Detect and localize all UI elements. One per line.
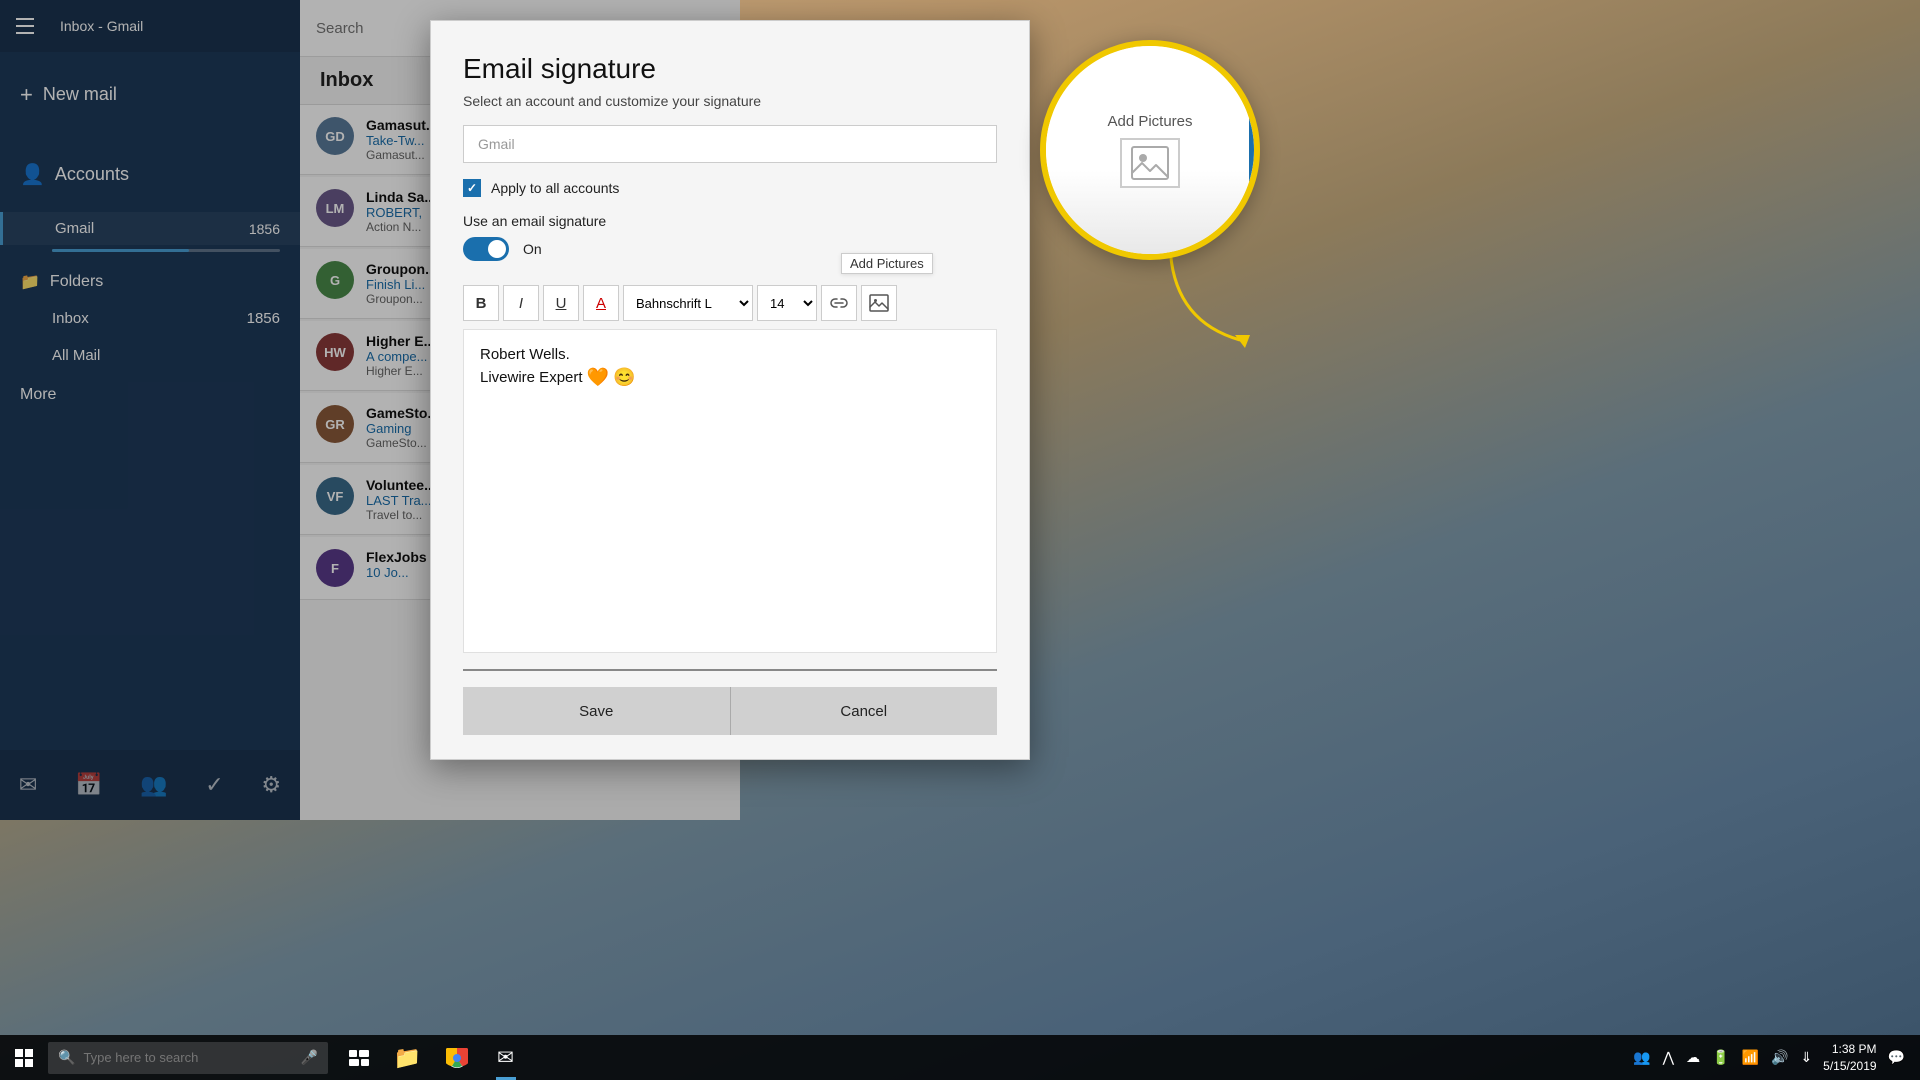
signature-toggle[interactable]	[463, 237, 509, 261]
font-select[interactable]: Bahnschrift L	[623, 285, 753, 321]
font-color-button[interactable]: A	[583, 285, 619, 321]
apply-all-checkbox[interactable]	[463, 179, 481, 197]
magnify-circle: Add Pictures	[1040, 40, 1260, 260]
taskbar-clock[interactable]: 1:38 PM 5/15/2019	[1823, 1041, 1876, 1075]
signature-editor[interactable]: Robert Wells. Livewire Expert 🧡 😊	[463, 329, 997, 653]
signature-line2-text: Livewire Expert	[480, 369, 583, 386]
bold-button[interactable]: B	[463, 285, 499, 321]
taskbar: 🔍 🎤 📁 ✉ 👥	[0, 1035, 1920, 1080]
windows-icon	[15, 1049, 33, 1067]
insert-link-button[interactable]	[821, 285, 857, 321]
signature-toolbar: B I U A Bahnschrift L 14 Add Pictures	[431, 277, 1029, 329]
magnify-inner: Add Pictures	[1046, 46, 1254, 254]
modal-subtitle: Select an account and customize your sig…	[431, 93, 1029, 125]
signature-line2: Livewire Expert 🧡 😊	[480, 367, 980, 388]
modal-title: Email signature	[431, 21, 1029, 93]
signature-bottom-line	[463, 669, 997, 671]
download-icon[interactable]: ⇓	[1797, 1049, 1815, 1066]
toggle-row: On	[431, 237, 1029, 277]
microphone-icon[interactable]: 🎤	[301, 1049, 318, 1066]
magnify-add-pictures-label: Add Pictures	[1107, 113, 1192, 130]
network-icon[interactable]: 📶	[1739, 1049, 1762, 1066]
taskbar-search-input[interactable]	[83, 1050, 283, 1065]
toggle-on-label: On	[523, 241, 542, 257]
people-icon[interactable]: 👥	[1630, 1049, 1653, 1066]
notification-icon[interactable]: 💬	[1885, 1049, 1908, 1066]
battery-icon[interactable]: 🔋	[1709, 1049, 1732, 1066]
font-size-select[interactable]: 14	[757, 285, 817, 321]
volume-icon[interactable]: 🔊	[1768, 1049, 1791, 1066]
signature-emoji1: 🧡	[587, 367, 609, 388]
use-signature-label-text: Use an email signature	[431, 213, 1029, 237]
underline-button[interactable]: U	[543, 285, 579, 321]
taskbar-system-icons: 👥 ⋀ ☁ 🔋 📶 🔊 ⇓	[1630, 1049, 1815, 1066]
taskbar-date-display: 5/15/2019	[1823, 1058, 1876, 1075]
taskbar-apps: 📁 ✉	[336, 1035, 528, 1080]
taskbar-search-icon: 🔍	[58, 1049, 75, 1066]
taskbar-right: 👥 ⋀ ☁ 🔋 📶 🔊 ⇓ 1:38 PM 5/15/2019 💬	[1630, 1041, 1920, 1075]
magnify-image-icon	[1120, 138, 1180, 188]
save-button[interactable]: Save	[463, 687, 730, 735]
taskbar-chrome[interactable]	[434, 1035, 479, 1080]
account-placeholder: Gmail	[478, 136, 515, 152]
start-button[interactable]	[0, 1035, 48, 1080]
email-signature-modal: Email signature Select an account and cu…	[430, 20, 1030, 760]
magnify-blue-line	[1249, 46, 1254, 254]
signature-line1: Robert Wells.	[480, 346, 980, 363]
insert-picture-button[interactable]	[861, 285, 897, 321]
taskbar-file-explorer[interactable]: 📁	[385, 1035, 430, 1080]
apply-all-row: Apply to all accounts	[431, 179, 1029, 213]
taskbar-task-view[interactable]	[336, 1035, 381, 1080]
italic-button[interactable]: I	[503, 285, 539, 321]
taskbar-time-display: 1:38 PM	[1823, 1041, 1876, 1058]
account-select[interactable]: Gmail	[463, 125, 997, 163]
modal-footer: Save Cancel	[463, 687, 997, 735]
cancel-button[interactable]: Cancel	[730, 687, 998, 735]
apply-all-label: Apply to all accounts	[491, 180, 619, 196]
onedrive-icon[interactable]: ☁	[1683, 1049, 1703, 1066]
taskbar-mail[interactable]: ✉	[483, 1035, 528, 1080]
signature-emoji2: 😊	[613, 367, 635, 388]
chevron-up-icon[interactable]: ⋀	[1660, 1049, 1677, 1066]
taskbar-search: 🔍 🎤	[48, 1042, 328, 1074]
insert-picture-container: Add Pictures	[861, 285, 897, 321]
